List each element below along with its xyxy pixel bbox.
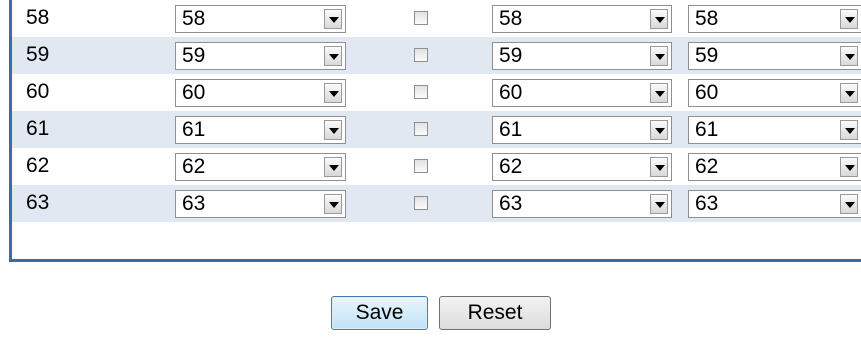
dropdown-arrow-icon[interactable]	[650, 83, 668, 103]
dropdown-arrow-icon[interactable]	[840, 9, 858, 29]
mapping-select-2[interactable]: 61	[492, 116, 672, 144]
mapping-table: 58 58 58 58 59 59 59 59 60 60 60 60 61 6…	[9, 0, 861, 262]
mapping-select-1[interactable]: 63	[175, 190, 346, 218]
mapping-select-2[interactable]: 63	[492, 190, 672, 218]
row-checkbox[interactable]	[414, 196, 428, 210]
row-label: 58	[26, 6, 50, 29]
dropdown-arrow-icon[interactable]	[650, 157, 668, 177]
select-value: 63	[695, 192, 719, 215]
mapping-select-3[interactable]: 60	[688, 79, 861, 107]
dropdown-arrow-icon[interactable]	[650, 9, 668, 29]
table-row: 63 63 63 63	[12, 185, 861, 222]
select-value: 59	[182, 44, 206, 67]
dropdown-arrow-icon[interactable]	[324, 194, 342, 214]
dropdown-arrow-icon[interactable]	[650, 120, 668, 140]
dropdown-arrow-icon[interactable]	[324, 120, 342, 140]
select-value: 62	[182, 155, 206, 178]
table-row: 59 59 59 59	[12, 37, 861, 74]
dropdown-arrow-icon[interactable]	[840, 157, 858, 177]
dropdown-arrow-icon[interactable]	[840, 194, 858, 214]
select-value: 61	[499, 118, 523, 141]
reset-button[interactable]: Reset	[439, 296, 551, 330]
row-label: 59	[26, 43, 50, 66]
select-value: 59	[695, 44, 719, 67]
select-value: 60	[499, 81, 523, 104]
dropdown-arrow-icon[interactable]	[324, 83, 342, 103]
mapping-select-3[interactable]: 59	[688, 42, 861, 70]
select-value: 58	[182, 7, 206, 30]
dropdown-arrow-icon[interactable]	[324, 9, 342, 29]
dropdown-arrow-icon[interactable]	[324, 46, 342, 66]
row-label: 63	[26, 191, 50, 214]
dropdown-arrow-icon[interactable]	[840, 83, 858, 103]
select-value: 60	[695, 81, 719, 104]
mapping-select-3[interactable]: 63	[688, 190, 861, 218]
save-button[interactable]: Save	[331, 296, 428, 330]
select-value: 61	[182, 118, 206, 141]
dropdown-arrow-icon[interactable]	[650, 194, 668, 214]
mapping-select-1[interactable]: 62	[175, 153, 346, 181]
dropdown-arrow-icon[interactable]	[840, 120, 858, 140]
row-checkbox[interactable]	[414, 11, 428, 25]
select-value: 62	[499, 155, 523, 178]
mapping-select-2[interactable]: 62	[492, 153, 672, 181]
row-checkbox[interactable]	[414, 48, 428, 62]
table-row: 60 60 60 60	[12, 74, 861, 111]
mapping-select-1[interactable]: 58	[175, 5, 346, 33]
select-value: 58	[695, 7, 719, 30]
mapping-select-3[interactable]: 58	[688, 5, 861, 33]
table-row: 61 61 61 61	[12, 111, 861, 148]
mapping-select-3[interactable]: 61	[688, 116, 861, 144]
select-value: 58	[499, 7, 523, 30]
select-value: 63	[182, 192, 206, 215]
table-row: 58 58 58 58	[12, 0, 861, 37]
select-value: 61	[695, 118, 719, 141]
table-row: 62 62 62 62	[12, 148, 861, 185]
row-checkbox[interactable]	[414, 159, 428, 173]
dropdown-arrow-icon[interactable]	[650, 46, 668, 66]
mapping-select-1[interactable]: 61	[175, 116, 346, 144]
mapping-select-3[interactable]: 62	[688, 153, 861, 181]
mapping-select-2[interactable]: 60	[492, 79, 672, 107]
row-checkbox[interactable]	[414, 85, 428, 99]
select-value: 59	[499, 44, 523, 67]
dropdown-arrow-icon[interactable]	[840, 46, 858, 66]
row-label: 61	[26, 117, 50, 140]
select-value: 63	[499, 192, 523, 215]
select-value: 60	[182, 81, 206, 104]
row-label: 62	[26, 154, 50, 177]
mapping-select-1[interactable]: 59	[175, 42, 346, 70]
mapping-select-2[interactable]: 59	[492, 42, 672, 70]
dropdown-arrow-icon[interactable]	[324, 157, 342, 177]
row-label: 60	[26, 80, 50, 103]
select-value: 62	[695, 155, 719, 178]
row-checkbox[interactable]	[414, 122, 428, 136]
mapping-select-2[interactable]: 58	[492, 5, 672, 33]
mapping-select-1[interactable]: 60	[175, 79, 346, 107]
